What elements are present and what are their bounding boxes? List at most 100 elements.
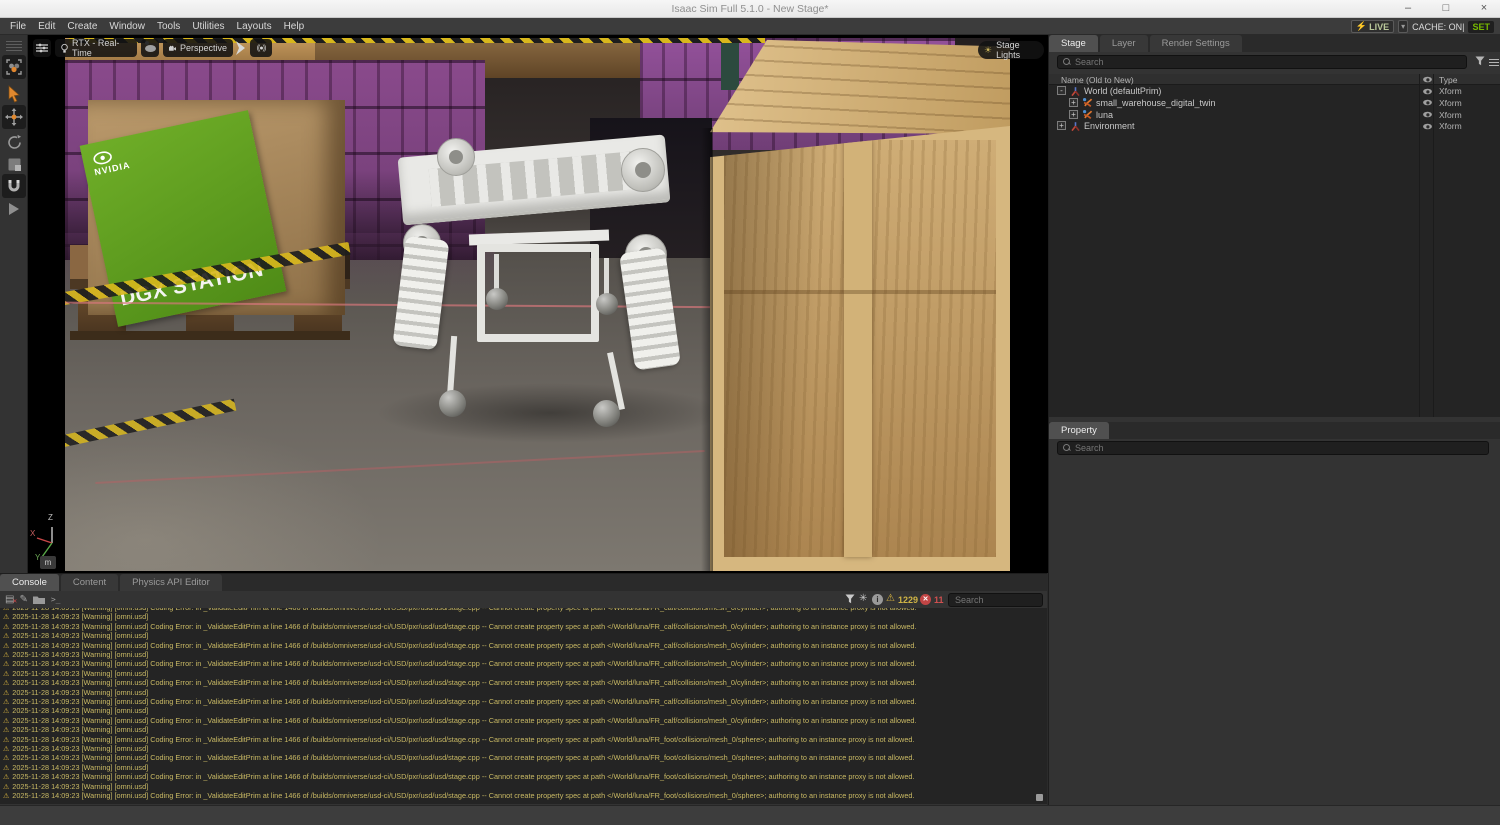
- minimize-icon[interactable]: –: [1400, 0, 1416, 18]
- snap-tool-icon[interactable]: [2, 174, 26, 198]
- tab-physics-api-editor[interactable]: Physics API Editor: [120, 574, 222, 591]
- warning-icon: ⚠: [3, 671, 9, 678]
- scale-tool-icon[interactable]: [2, 152, 26, 176]
- console-search-input[interactable]: [949, 595, 1042, 605]
- prim-label: small_warehouse_digital_twin: [1096, 98, 1216, 108]
- property-search[interactable]: [1057, 441, 1489, 455]
- play-button[interactable]: [2, 197, 26, 221]
- menu-help[interactable]: Help: [278, 18, 311, 35]
- reference-icon: [1082, 109, 1093, 120]
- filter-icon[interactable]: [1475, 56, 1486, 67]
- viewport: NVIDIA DGX STATION: [28, 35, 1048, 573]
- title-bar: Isaac Sim Full 5.1.0 - New Stage* – □ ×: [0, 0, 1500, 18]
- stage-search[interactable]: [1057, 55, 1467, 69]
- menu-create[interactable]: Create: [61, 18, 103, 35]
- viewport-canvas[interactable]: NVIDIA DGX STATION: [65, 38, 1010, 571]
- log-text: 2025-11-28 14:09:23 [Warning] [omni.usd]: [12, 669, 148, 678]
- stage-tree-area: Name (Old to New) Type - World (defaultPr…: [1049, 74, 1500, 417]
- prim-label: World (defaultPrim): [1084, 86, 1161, 96]
- search-icon: [1063, 58, 1071, 66]
- type-column-header[interactable]: Type: [1439, 75, 1457, 85]
- log-text: 2025-11-28 14:09:23 [Warning] [omni.usd]…: [12, 697, 916, 706]
- warning-icon: ⚠: [3, 774, 9, 781]
- sun-icon: ☀: [984, 45, 992, 56]
- set-button[interactable]: SET: [1468, 21, 1494, 33]
- visibility-toggle-icon[interactable]: [1423, 88, 1432, 94]
- warning-icon: ⚠: [3, 614, 9, 621]
- log-text: 2025-11-28 14:09:23 [Warning] [omni.usd]: [12, 763, 148, 772]
- emitter-icon[interactable]: ((●)): [250, 39, 272, 57]
- tab-render-settings[interactable]: Render Settings: [1150, 35, 1242, 52]
- warning-icon: ⚠: [3, 746, 9, 753]
- log-text: 2025-11-28 14:09:23 [Warning] [omni.usd]: [12, 725, 148, 734]
- visibility-icon[interactable]: [141, 39, 159, 57]
- menu-file[interactable]: File: [4, 18, 32, 35]
- stage-lights-button[interactable]: ☀ Stage Lights: [978, 41, 1044, 59]
- expand-icon[interactable]: +: [1069, 98, 1078, 107]
- info-filter-icon[interactable]: i: [872, 594, 883, 605]
- name-column-header[interactable]: Name (Old to New): [1061, 75, 1134, 85]
- renderer-selector[interactable]: RTX - Real-Time: [55, 39, 137, 57]
- menu-layouts[interactable]: Layouts: [231, 18, 278, 35]
- menu-window[interactable]: Window: [103, 18, 151, 35]
- options-icon[interactable]: [1489, 57, 1499, 68]
- expand-icon[interactable]: +: [1069, 110, 1078, 119]
- console-log-area[interactable]: ⚠2025-11-28 14:09:23 [Warning] [omni.usd…: [0, 608, 1047, 804]
- warning-filter-icon[interactable]: ⚠: [886, 593, 895, 604]
- menu-utilities[interactable]: Utilities: [186, 18, 230, 35]
- collapse-icon[interactable]: -: [1057, 86, 1066, 95]
- menu-edit[interactable]: Edit: [32, 18, 61, 35]
- cursor-tool-icon[interactable]: [2, 82, 26, 106]
- open-folder-icon[interactable]: [33, 595, 45, 604]
- log-text: 2025-11-28 14:09:23 [Warning] [omni.usd]…: [12, 608, 916, 612]
- console-scrollbar[interactable]: [1036, 794, 1043, 801]
- select-tool-icon[interactable]: [2, 55, 26, 79]
- toolbar-grip[interactable]: [6, 39, 22, 53]
- restore-icon[interactable]: □: [1438, 0, 1454, 18]
- axis-gizmo: Z X Y: [30, 515, 74, 561]
- tab-stage[interactable]: Stage: [1049, 35, 1098, 52]
- error-filter-icon[interactable]: ✕: [920, 594, 931, 605]
- console-search[interactable]: [948, 593, 1043, 607]
- tab-property[interactable]: Property: [1049, 422, 1109, 439]
- warning-icon: ⚠: [3, 652, 9, 659]
- log-text: 2025-11-28 14:09:23 [Warning] [omni.usd]: [12, 688, 148, 697]
- stage-search-input[interactable]: [1075, 57, 1466, 67]
- toolbar-expand-chevron-icon[interactable]: [236, 41, 246, 55]
- crate-left-shadow: [701, 128, 713, 571]
- visibility-toggle-icon[interactable]: [1423, 112, 1432, 118]
- camera-selector[interactable]: Perspective: [163, 39, 233, 57]
- warning-icon: ⚠: [3, 755, 9, 762]
- viewport-settings-icon[interactable]: [33, 39, 51, 57]
- log-text: 2025-11-28 14:09:23 [Warning] [omni.usd]…: [12, 772, 914, 781]
- prim-type: Xform: [1439, 86, 1462, 96]
- edit-log-icon[interactable]: ✎: [19, 594, 27, 605]
- tab-content[interactable]: Content: [61, 574, 118, 591]
- warning-icon: ⚠: [3, 765, 9, 772]
- log-line: ⚠2025-11-28 14:09:23 [Warning] [omni.usd…: [3, 706, 1047, 715]
- axis-z-label: Z: [48, 513, 53, 522]
- menu-tools[interactable]: Tools: [151, 18, 186, 35]
- visibility-toggle-icon[interactable]: [1423, 123, 1432, 129]
- log-line: ⚠2025-11-28 14:09:23 [Warning] [omni.usd…: [3, 697, 1047, 706]
- prim-label: luna: [1096, 110, 1113, 120]
- warning-icon: ⚠: [3, 708, 9, 715]
- property-search-input[interactable]: [1075, 443, 1488, 453]
- tab-console[interactable]: Console: [0, 574, 59, 591]
- visibility-toggle-icon[interactable]: [1423, 100, 1432, 106]
- rotate-tool-icon[interactable]: [2, 130, 26, 154]
- log-text: 2025-11-28 14:09:23 [Warning] [omni.usd]…: [12, 753, 914, 762]
- frost-filter-icon[interactable]: ✳: [859, 593, 867, 604]
- live-dropdown[interactable]: ▾: [1398, 20, 1408, 33]
- expand-icon[interactable]: +: [1057, 121, 1066, 130]
- console-filter-icon[interactable]: [845, 594, 856, 605]
- warning-count: 1229: [898, 595, 918, 605]
- tab-layer[interactable]: Layer: [1100, 35, 1148, 52]
- move-tool-icon[interactable]: [2, 105, 26, 129]
- terminal-prompt-icon[interactable]: >_: [51, 595, 61, 604]
- log-line: ⚠2025-11-28 14:09:23 [Warning] [omni.usd…: [3, 782, 1047, 791]
- clear-console-icon[interactable]: ▤✕: [5, 594, 14, 605]
- live-button[interactable]: ⚡ LIVE: [1351, 20, 1394, 33]
- warning-icon: ⚠: [3, 718, 9, 725]
- close-icon[interactable]: ×: [1476, 0, 1492, 18]
